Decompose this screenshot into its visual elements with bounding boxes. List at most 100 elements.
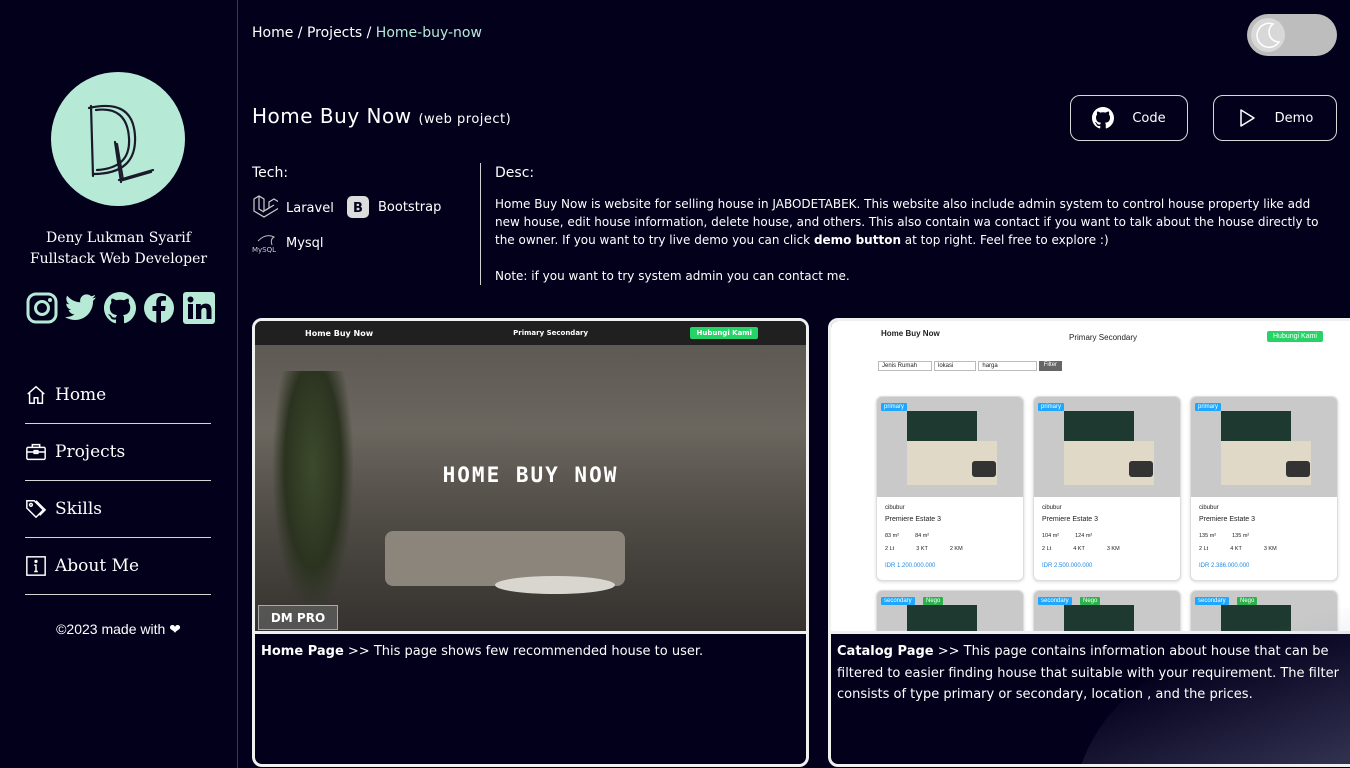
sidebar-item-label: Skills xyxy=(55,499,102,519)
preview-wa-button: Hubungi Kami xyxy=(1267,331,1323,342)
tech-item-bootstrap: B Bootstrap xyxy=(346,195,441,219)
listing-size: 135 m² 135 m² xyxy=(1199,533,1249,539)
preview-listing-card: secondary Nego xyxy=(1033,590,1181,631)
listing-baths: 3 KM xyxy=(1263,546,1277,552)
social-links xyxy=(25,291,215,324)
listing-building: 124 m² xyxy=(1075,533,1093,539)
preview-watermark: DM PRO xyxy=(258,605,338,630)
listing-price: IDR 2.500.000.000 xyxy=(1042,563,1093,569)
sidebar-item-label: Projects xyxy=(55,442,126,462)
tags-icon xyxy=(26,500,47,519)
listing-floors: 2 Lt xyxy=(885,546,895,552)
code-button-label: Code xyxy=(1132,110,1166,126)
preview-brand: Home Buy Now xyxy=(881,329,940,338)
listing-rooms: 2 Lt 3 KT 2 KM xyxy=(885,546,963,552)
sidebar-item-home[interactable]: Home xyxy=(25,367,211,424)
gallery-caption: Catalog Page >> This page contains infor… xyxy=(837,641,1343,706)
listing-location: cibubur xyxy=(1199,505,1219,511)
listing-bedrooms: 4 KT xyxy=(1230,546,1242,552)
home-icon xyxy=(27,385,45,404)
facebook-icon[interactable] xyxy=(143,291,176,324)
listing-rooms: 2 Lt 4 KT 3 KM xyxy=(1042,546,1120,552)
listing-name: Premiere Estate 3 xyxy=(1199,516,1256,523)
demo-button[interactable]: Demo xyxy=(1213,95,1337,141)
listing-badge: primary xyxy=(1195,403,1222,411)
svg-text:MySQL: MySQL xyxy=(252,246,276,254)
preview-brand: Home Buy Now xyxy=(305,328,374,338)
preview-hero-text: HOME BUY NOW xyxy=(442,463,619,487)
project-name: Home Buy Now xyxy=(252,104,412,128)
sidebar-item-label: About Me xyxy=(55,556,140,576)
instagram-icon[interactable] xyxy=(25,291,58,324)
owner-name: Deny Lukman Syarif xyxy=(46,230,191,246)
code-button[interactable]: Code xyxy=(1070,95,1188,141)
preview-listing-card: primary cibubur Premiere Estate 3 135 m²… xyxy=(1190,396,1338,581)
breadcrumb-home[interactable]: Home xyxy=(252,25,293,41)
listing-name: Premiere Estate 3 xyxy=(1042,516,1099,523)
listing-bedrooms: 4 KT xyxy=(1073,546,1085,552)
listing-badge: secondary xyxy=(1038,597,1072,605)
demo-button-label: Demo xyxy=(1274,110,1314,126)
preview-navbar: Home Buy Now Primary Secondary Hubungi K… xyxy=(255,321,806,345)
owner-role: Fullstack Web Developer xyxy=(29,251,208,267)
description-section: Desc: Home Buy Now is website for sellin… xyxy=(495,163,1337,285)
listing-badge: primary xyxy=(1038,403,1065,411)
preview-filter-type: Jenis Rumah xyxy=(878,361,933,371)
preview-listing-card: primary cibubur Premiere Estate 3 104 m²… xyxy=(1033,396,1181,581)
listing-nego-badge: Nego xyxy=(1237,597,1258,605)
house-image xyxy=(1191,397,1337,497)
breadcrumb-projects[interactable]: Projects xyxy=(307,25,362,41)
dl-logo-icon xyxy=(87,104,155,184)
listing-nego-badge: Nego xyxy=(1080,597,1101,605)
gallery-card-catalog[interactable]: Home Buy Now Primary Secondary Hubungi K… xyxy=(828,318,1350,767)
twitter-icon[interactable] xyxy=(64,291,97,324)
info-icon xyxy=(26,556,46,576)
sidebar-item-projects[interactable]: Projects xyxy=(25,424,211,481)
listing-baths: 2 KM xyxy=(949,546,963,552)
desc-demo-highlight: demo button xyxy=(813,233,901,247)
tech-section: Tech: Laravel B Bootstrap MySQL Mysql xyxy=(252,163,481,285)
gallery-caption: Home Page >> This page shows few recomme… xyxy=(261,641,802,663)
listing-location: cibubur xyxy=(1042,505,1062,511)
desc-text-part: at top right. Feel free to explore :) xyxy=(900,233,1109,247)
theme-toggle[interactable] xyxy=(1247,14,1337,56)
listing-size: 83 m² 84 m² xyxy=(885,533,929,539)
desc-label: Desc: xyxy=(495,165,535,181)
house-image xyxy=(877,397,1023,497)
preview-plant xyxy=(273,371,353,611)
caption-title: Catalog Page xyxy=(837,644,934,659)
listing-price: IDR 2.386.000.000 xyxy=(1199,563,1250,569)
screenshot-catalog-page: Home Buy Now Primary Secondary Hubungi K… xyxy=(831,321,1350,634)
listing-nego-badge: Nego xyxy=(923,597,944,605)
listing-building: 135 m² xyxy=(1232,533,1250,539)
tech-item-laravel: Laravel xyxy=(252,195,334,221)
toggle-knob xyxy=(1251,18,1285,52)
description-text: Home Buy Now is website for selling hous… xyxy=(495,195,1337,249)
sidebar-item-skills[interactable]: Skills xyxy=(25,481,211,538)
listing-location: cibubur xyxy=(885,505,905,511)
listing-land: 83 m² xyxy=(885,533,900,539)
preview-table xyxy=(495,576,615,594)
preview-nav: Primary Secondary xyxy=(1069,333,1138,342)
avatar xyxy=(51,72,185,206)
bootstrap-icon: B xyxy=(347,196,369,218)
listing-building: 84 m² xyxy=(915,533,930,539)
sidebar-item-label: Home xyxy=(55,385,107,405)
listing-name: Premiere Estate 3 xyxy=(885,516,942,523)
listing-rooms: 2 Lt 4 KT 3 KM xyxy=(1199,546,1277,552)
preview-nav: Primary Secondary xyxy=(513,329,589,337)
description-note: Note: if you want to try system admin yo… xyxy=(495,269,850,283)
sidebar-item-about[interactable]: About Me xyxy=(25,538,211,595)
linkedin-icon[interactable] xyxy=(182,291,215,324)
caption-text: >> This page shows few recommended house… xyxy=(343,644,704,659)
preview-filters: Jenis Rumah lokasi harga Filter xyxy=(878,361,1063,371)
preview-wa-button: Hubungi Kami xyxy=(690,327,758,339)
gallery-card-home[interactable]: Home Buy Now Primary Secondary Hubungi K… xyxy=(252,318,809,767)
listing-floors: 2 Lt xyxy=(1042,546,1052,552)
preview-filter-price: harga xyxy=(978,361,1037,371)
github-icon[interactable] xyxy=(104,291,137,324)
listing-baths: 3 KM xyxy=(1106,546,1120,552)
screenshot-home-page: Home Buy Now Primary Secondary Hubungi K… xyxy=(255,321,806,634)
caption-title: Home Page xyxy=(261,644,344,659)
breadcrumb: Home / Projects / Home-buy-now xyxy=(252,25,482,41)
